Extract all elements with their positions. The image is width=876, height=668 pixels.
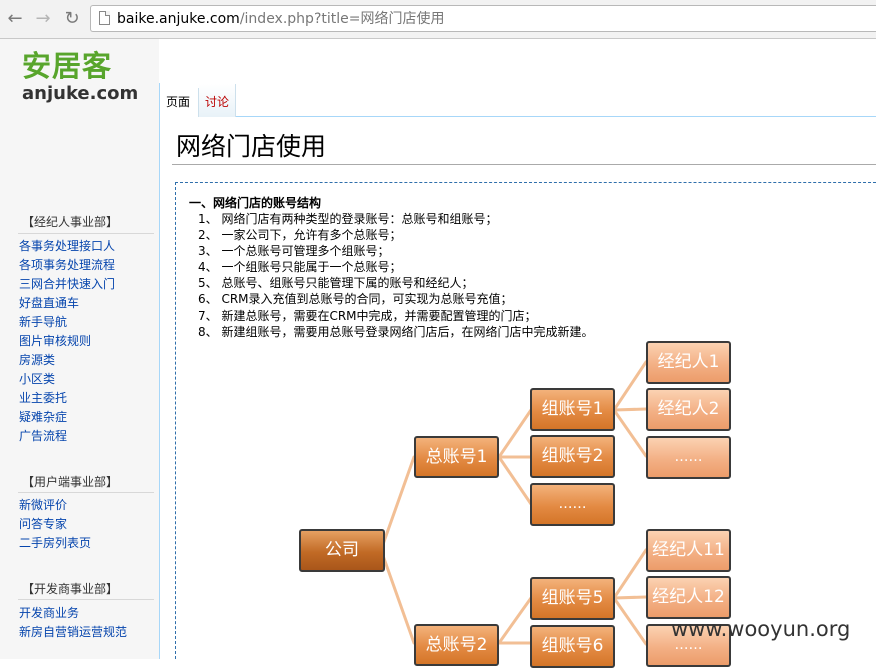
list-item: 2、 一家公司下，允许有多个总账号；	[198, 228, 402, 243]
portal-divider	[18, 492, 154, 493]
list-item: 7、 新建总账号，需要在CRM中完成，并需要配置管理的门店；	[198, 308, 537, 323]
page-icon	[99, 11, 110, 25]
node-master-account-1: 总账号1	[414, 436, 499, 478]
connector	[612, 596, 648, 646]
connector	[497, 455, 533, 506]
account-structure-diagram: 公司 总账号1 总账号2 组账号1 组账号2 …… 组账号5 组账号6 经纪人1…	[196, 340, 833, 668]
sidebar-link[interactable]: 开发商业务	[19, 604, 127, 623]
node-master-account-2: 总账号2	[414, 624, 499, 666]
diagram-connectors	[379, 360, 648, 646]
connector	[612, 407, 648, 412]
connector	[612, 408, 648, 458]
section-title: 一、网络门店的账号结构	[189, 196, 322, 210]
reload-icon[interactable]: ↻	[61, 8, 83, 30]
sidebar-link[interactable]: 房源类	[19, 351, 115, 370]
list-item: 5、 总账号、组账号只能管理下属的账号和经纪人；	[198, 276, 474, 291]
watermark: www.wooyun.org	[671, 617, 851, 641]
node-group-account-5: 组账号5	[530, 577, 615, 620]
list-item: 3、 一个总账号可管理多个组账号；	[198, 244, 390, 259]
node-agent-1: 经纪人1	[646, 341, 731, 384]
account-rules-list: 1、 网络门店有两种类型的登录账号：总账号和组账号； 2、 一家公司下，允许有多…	[198, 211, 593, 340]
browser-toolbar: ← → ↻ baike.anjuke.com/index.php?title=网…	[0, 0, 876, 39]
sidebar-link[interactable]: 图片审核规则	[19, 332, 115, 351]
arrow-left-icon[interactable]: ←	[4, 8, 26, 30]
portal-heading-developer: 【开发商事业部】	[22, 582, 119, 596]
sidebar-link[interactable]: 各项事务处理流程	[19, 256, 115, 275]
logo-chinese: 安居客	[22, 49, 113, 83]
tab-talk[interactable]: 讨论	[199, 84, 236, 117]
node-agent-11: 经纪人11	[646, 529, 731, 572]
node-company: 公司	[299, 529, 385, 572]
connector	[379, 455, 416, 552]
sidebar-link[interactable]: 新手导航	[19, 313, 115, 332]
address-bar[interactable]: baike.anjuke.com/index.php?title=网络门店使用	[90, 5, 876, 32]
tab-page[interactable]: 页面	[160, 84, 198, 117]
logo-english: anjuke.com	[22, 83, 139, 104]
url-host: baike.anjuke.com	[117, 11, 240, 27]
sidebar-link[interactable]: 疑难杂症	[19, 408, 115, 427]
sidebar-link[interactable]: 好盘直通车	[19, 294, 115, 313]
arrow-right-icon[interactable]: →	[32, 8, 54, 30]
url-text[interactable]: baike.anjuke.com/index.php?title=网络门店使用	[117, 10, 444, 28]
node-agent-2: 经纪人2	[646, 388, 731, 431]
node-agent-more: ……	[646, 436, 731, 479]
portal-divider	[18, 233, 154, 234]
url-path: /index.php?title=网络门店使用	[239, 11, 445, 27]
list-item: 1、 网络门店有两种类型的登录账号：总账号和组账号；	[198, 212, 498, 226]
node-group-account-more: ……	[530, 483, 615, 526]
portal-heading-user: 【用户端事业部】	[22, 475, 119, 489]
sidebar-link[interactable]: 三网合并快速入门	[19, 275, 115, 294]
portal-list-developer: 开发商业务 新房自营销运营规范	[19, 604, 127, 642]
connector	[379, 548, 416, 645]
content-border	[236, 116, 876, 117]
connector	[497, 408, 533, 459]
list-item: 4、 一个组账号只能属于一个总账号；	[198, 260, 402, 275]
list-item: 6、 CRM录入充值到总账号的合同，可实现为总账号充值；	[198, 292, 513, 307]
sidebar-link[interactable]: 新房自营销运营规范	[19, 623, 127, 642]
node-group-account-1: 组账号1	[530, 388, 615, 431]
node-agent-12: 经纪人12	[646, 576, 731, 619]
portal-list-user: 新微评价 问答专家 二手房列表页	[19, 496, 91, 553]
node-group-account-6: 组账号6	[530, 625, 615, 668]
connector	[612, 360, 648, 412]
sidebar-link[interactable]: 各事务处理接口人	[19, 237, 115, 256]
sidebar-link[interactable]: 二手房列表页	[19, 534, 91, 553]
list-item: 8、 新建组账号，需要用总账号登录网络门店后，在网络门店中完成新建。	[198, 324, 594, 339]
site-logo[interactable]: 安居客 anjuke.com	[22, 50, 138, 105]
portal-heading-agent: 【经纪人事业部】	[22, 215, 119, 229]
sidebar-link[interactable]: 广告流程	[19, 427, 115, 446]
sidebar-link[interactable]: 业主委托	[19, 389, 115, 408]
portal-list-agent: 各事务处理接口人 各项事务处理流程 三网合并快速入门 好盘直通车 新手导航 图片…	[19, 237, 115, 446]
node-group-account-2: 组账号2	[530, 435, 615, 478]
connector	[497, 596, 533, 645]
sidebar-link[interactable]: 新微评价	[19, 496, 91, 515]
sidebar-link[interactable]: 小区类	[19, 370, 115, 389]
title-underline	[172, 164, 876, 165]
connector	[612, 595, 648, 600]
portal-divider	[18, 599, 154, 600]
page-title: 网络门店使用	[176, 132, 327, 161]
connector	[612, 548, 648, 600]
sidebar-link[interactable]: 问答专家	[19, 515, 91, 534]
